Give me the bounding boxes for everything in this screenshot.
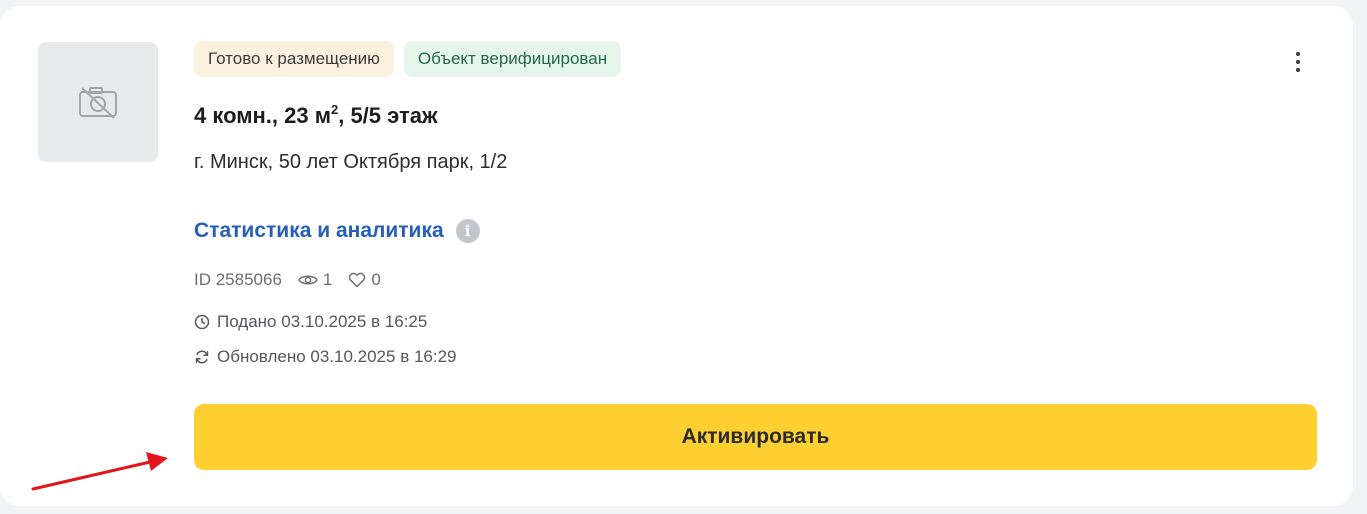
views-count: 1 [322, 270, 333, 289]
listing-id: ID 2585066 [194, 270, 282, 289]
stats-analytics-link[interactable]: Статистика и аналитика i [194, 219, 480, 243]
photo-placeholder[interactable] [38, 42, 158, 162]
refresh-icon [195, 350, 209, 364]
badges: Готово к размещению Объект верифицирован [194, 41, 622, 77]
title-rest: , 5/5 этаж [338, 103, 438, 128]
title-main: 4 комн., 23 м [194, 103, 331, 128]
listing-address: г. Минск, 50 лет Октября парк, 1/2 [194, 151, 508, 173]
listing-meta: ID 2585066 1 0 [194, 270, 381, 290]
favorites-counter: 0 [348, 270, 381, 290]
clock-icon [194, 314, 210, 330]
posted-text: Подано 03.10.2025 в 16:25 [217, 312, 428, 331]
views-counter: 1 [298, 270, 332, 290]
posted-date: Подано 03.10.2025 в 16:25 [194, 312, 427, 332]
updated-date: Обновлено 03.10.2025 в 16:29 [194, 347, 457, 367]
heart-icon [349, 272, 366, 288]
stats-link-label: Статистика и аналитика [194, 219, 444, 242]
favorites-count: 0 [371, 270, 381, 289]
more-vertical-icon[interactable] [1286, 48, 1310, 76]
activate-button[interactable]: Активировать [194, 404, 1317, 470]
info-icon[interactable]: i [455, 219, 480, 243]
listing-title[interactable]: 4 комн., 23 м2, 5/5 этаж [194, 102, 438, 129]
updated-text: Обновлено 03.10.2025 в 16:29 [217, 347, 457, 366]
status-badge: Готово к размещению [194, 41, 394, 77]
eye-icon [298, 275, 318, 285]
no-photo-icon [79, 87, 117, 119]
listing-card: Готово к размещению Объект верифицирован… [0, 6, 1353, 506]
verified-badge: Объект верифицирован [403, 41, 622, 77]
